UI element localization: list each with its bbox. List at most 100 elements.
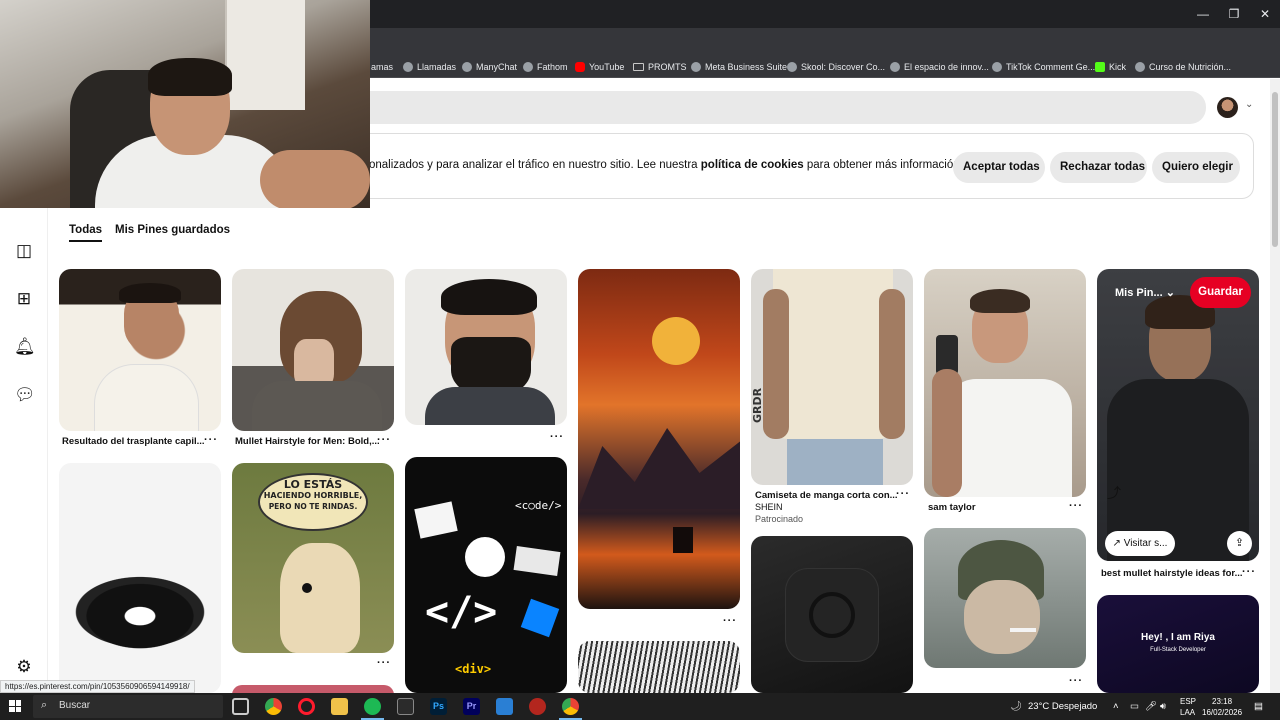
page-scrollbar-thumb[interactable]: [1272, 92, 1278, 247]
globe-icon: [787, 62, 797, 72]
pin-more-icon[interactable]: ···: [1069, 500, 1083, 512]
save-button[interactable]: Guardar: [1190, 277, 1251, 308]
pin-title[interactable]: sam taylor: [928, 502, 976, 513]
pin-image[interactable]: [59, 463, 221, 693]
visit-site-button[interactable]: ↗ Visitar s...: [1105, 531, 1175, 556]
chrome-icon[interactable]: [265, 698, 282, 715]
bookmark-item[interactable]: ManyChat: [462, 60, 517, 74]
webcam-person-hair: [148, 58, 232, 96]
cookie-policy-link[interactable]: política de cookies: [701, 159, 804, 171]
bookmark-item[interactable]: amas: [371, 60, 393, 74]
pin-sticker: [513, 546, 561, 576]
pin-more-icon[interactable]: ···: [204, 434, 218, 446]
weather-icon[interactable]: 🌙︎: [1010, 693, 1022, 720]
file-explorer-icon[interactable]: [331, 698, 348, 715]
clock-date[interactable]: 16/02/2026: [1202, 708, 1242, 717]
kick-icon: [1095, 62, 1105, 72]
store-icon[interactable]: [397, 698, 414, 715]
pin-advertiser[interactable]: SHEIN: [755, 502, 783, 512]
spotify-icon[interactable]: [361, 698, 384, 720]
pin-title[interactable]: Mullet Hairstyle for Men: Bold,...: [235, 436, 380, 447]
close-icon[interactable]: ✕: [1250, 4, 1280, 24]
windows-start-icon[interactable]: [9, 700, 21, 712]
bookmark-item[interactable]: Llamadas: [403, 60, 456, 74]
pin-hair: [970, 289, 1030, 313]
bookmark-item[interactable]: El espacio de innov...: [890, 60, 989, 74]
board-select[interactable]: Mis Pin... ⌄: [1115, 286, 1175, 299]
pin-image[interactable]: [232, 685, 394, 693]
clock-time[interactable]: 23:18: [1212, 697, 1232, 706]
share-icon[interactable]: ⇪: [1227, 531, 1252, 556]
opera-icon[interactable]: [298, 698, 315, 715]
bookmark-folder[interactable]: PROMTS: [633, 60, 687, 74]
bookmark-item[interactable]: Fathom: [523, 60, 568, 74]
app-icon[interactable]: [496, 698, 513, 715]
volume-icon[interactable]: 🔊︎: [1160, 693, 1166, 720]
pin-image[interactable]: [232, 269, 394, 431]
language-code[interactable]: ESP: [1180, 697, 1196, 706]
cookie-banner: onalizados y para analizar el tráfico en…: [330, 133, 1254, 199]
bookmark-item[interactable]: Kick: [1095, 60, 1126, 74]
search-icon: ⌕: [41, 699, 48, 711]
pin-more-icon[interactable]: ···: [1242, 566, 1256, 578]
pin-title[interactable]: Camiseta de manga corta con...: [755, 490, 898, 501]
pin-image[interactable]: [59, 269, 221, 431]
pin-image[interactable]: [405, 269, 567, 425]
pin-sign-text: LO ESTÁS HACIENDO HORRIBLE, PERO NO TE R…: [263, 478, 363, 511]
photoshop-icon[interactable]: Ps: [430, 698, 447, 715]
boards-icon[interactable]: ◫: [14, 241, 34, 261]
bookmark-item[interactable]: Meta Business Suite: [691, 60, 787, 74]
accept-all-button[interactable]: Aceptar todas: [953, 152, 1045, 183]
pin-image[interactable]: [751, 536, 913, 693]
bookmark-item[interactable]: TikTok Comment Ge...: [992, 60, 1095, 74]
notifications-icon[interactable]: ▤: [1254, 693, 1263, 720]
notifications-bell-icon[interactable]: 🔔︎: [14, 337, 36, 357]
messages-icon[interactable]: 💬︎: [14, 385, 36, 405]
pin-title[interactable]: Resultado del trasplante capil...: [62, 436, 205, 447]
avatar[interactable]: [1217, 97, 1238, 118]
premiere-icon[interactable]: Pr: [463, 698, 480, 715]
pin-more-icon[interactable]: ···: [1069, 675, 1083, 687]
language-layout[interactable]: LAA: [1180, 708, 1195, 717]
pin-title[interactable]: best mullet hairstyle ideas for...: [1101, 568, 1243, 579]
pin-more-icon[interactable]: ···: [377, 657, 391, 669]
webcam-background-door: [225, 0, 305, 110]
pin-image[interactable]: [924, 269, 1086, 497]
bookmark-item[interactable]: Skool: Discover Co...: [787, 60, 885, 74]
weather-text[interactable]: 23°C Despejado: [1028, 693, 1097, 720]
pin-image-hovered[interactable]: [1097, 269, 1259, 561]
pin-image[interactable]: GRDR: [751, 269, 913, 485]
pin-more-icon[interactable]: ···: [723, 615, 737, 627]
pin-more-icon[interactable]: ···: [377, 434, 391, 446]
pin-more-icon[interactable]: ···: [550, 431, 564, 443]
bookmark-item[interactable]: Curso de Nutrición...: [1135, 60, 1231, 74]
reject-all-button[interactable]: Rechazar todas: [1050, 152, 1147, 183]
pin-image[interactable]: [578, 269, 740, 609]
minimize-icon[interactable]: —: [1188, 4, 1218, 24]
pin-image[interactable]: LO ESTÁS HACIENDO HORRIBLE, PERO NO TE R…: [232, 463, 394, 653]
network-icon[interactable]: ▭: [1130, 693, 1139, 720]
tab-all[interactable]: Todas: [69, 224, 103, 242]
recorder-icon[interactable]: [529, 698, 546, 715]
settings-gear-icon[interactable]: ⚙: [14, 657, 34, 677]
microphone-icon[interactable]: 🎤︎: [1145, 693, 1157, 720]
bookmark-item[interactable]: YouTube: [575, 60, 624, 74]
restore-icon[interactable]: ❐: [1219, 4, 1249, 24]
pin-image[interactable]: [924, 528, 1086, 668]
chevron-down-icon[interactable]: ⌄: [1245, 99, 1253, 110]
tray-chevron-icon[interactable]: ˄: [1113, 693, 1119, 720]
task-view-icon[interactable]: [232, 698, 249, 715]
pin-hamster: [964, 580, 1040, 654]
search-input[interactable]: [350, 91, 1206, 124]
tab-saved-pins[interactable]: Mis Pines guardados: [115, 224, 230, 236]
chrome-active-icon[interactable]: [559, 698, 582, 720]
taskbar-search-input[interactable]: ⌕ Buscar: [33, 695, 223, 718]
pin-html-tag: <div>: [455, 662, 492, 676]
create-icon[interactable]: ⊞: [14, 289, 34, 309]
pin-more-icon[interactable]: ···: [896, 488, 910, 500]
pin-image[interactable]: [578, 641, 740, 693]
choose-button[interactable]: Quiero elegir: [1152, 152, 1240, 183]
pin-image[interactable]: <c○de/> </> <div>: [405, 457, 567, 693]
pin-image[interactable]: Hey! , I am Riya Full-Stack Developer: [1097, 595, 1259, 693]
windows-taskbar: ⌕ Buscar Ps Pr 🌙︎ 23°C Despejado ˄ ▭ 🎤︎ …: [0, 693, 1280, 720]
